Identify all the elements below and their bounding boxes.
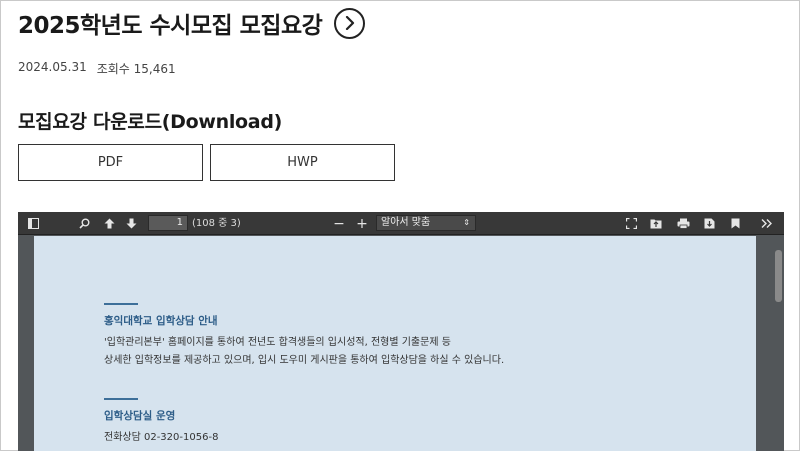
download-icon[interactable] <box>701 212 717 235</box>
zoom-out-icon[interactable]: − <box>331 212 347 235</box>
section-text-line: 상세한 입학정보를 제공하고 있으며, 입시 도우미 게시판을 통하여 입학상담… <box>104 355 505 366</box>
download-heading: 모집요강 다운로드(Download) <box>18 111 283 133</box>
pdf-download-button[interactable]: PDF <box>18 144 203 181</box>
post-date: 2024.05.31 <box>18 60 87 74</box>
next-page-icon[interactable] <box>123 212 139 235</box>
zoom-in-icon[interactable]: + <box>354 212 370 235</box>
section-text-line: '입학관리본부' 홈페이지를 통하여 전년도 합격생들의 입시성적, 전형별 기… <box>104 337 451 348</box>
search-icon[interactable] <box>76 212 92 235</box>
page-title: 2025학년도 수시모집 모집요강 <box>18 13 323 39</box>
page-number-input[interactable]: 1 <box>148 215 188 231</box>
pdf-page: 홍익대학교 입학상담 안내 '입학관리본부' 홈페이지를 통하여 전년도 합격생… <box>34 236 756 451</box>
chevron-right-icon <box>345 16 354 30</box>
section-text-line: 전화상담 02-320-1056-8 <box>104 432 219 443</box>
fullscreen-icon[interactable] <box>623 212 639 235</box>
section-heading-office: 입학상담실 운영 <box>104 410 176 422</box>
hwp-download-button[interactable]: HWP <box>210 144 395 181</box>
zoom-select[interactable]: 알아서 맞춤 ⇕ <box>376 215 476 231</box>
zoom-select-value: 알아서 맞춤 <box>381 217 431 228</box>
post-meta: 2024.05.31 조회수 15,461 <box>18 60 176 77</box>
print-icon[interactable] <box>674 212 692 235</box>
section-divider <box>104 303 138 305</box>
next-arrow-button[interactable] <box>334 7 366 39</box>
title-row: 2025학년도 수시모집 모집요강 <box>18 6 366 40</box>
more-tools-icon[interactable] <box>758 212 776 235</box>
viewer-scrollbar[interactable] <box>775 250 782 302</box>
prev-page-icon[interactable] <box>101 212 117 235</box>
pdf-viewer: 1 (108 중 3) − + 알아서 맞춤 ⇕ 홍익대학교 입학상담 안내 '… <box>18 212 784 451</box>
page-count-label: (108 중 3) <box>192 218 241 229</box>
select-caret-icon: ⇕ <box>463 218 470 227</box>
open-file-icon[interactable] <box>648 212 664 235</box>
section-divider <box>104 398 138 400</box>
view-count: 조회수 15,461 <box>96 62 176 76</box>
section-heading-consultation: 홍익대학교 입학상담 안내 <box>104 315 218 327</box>
viewer-toolbar: 1 (108 중 3) − + 알아서 맞춤 ⇕ <box>18 212 784 235</box>
sidebar-toggle-icon[interactable] <box>24 212 42 235</box>
bookmark-icon[interactable] <box>728 212 742 235</box>
